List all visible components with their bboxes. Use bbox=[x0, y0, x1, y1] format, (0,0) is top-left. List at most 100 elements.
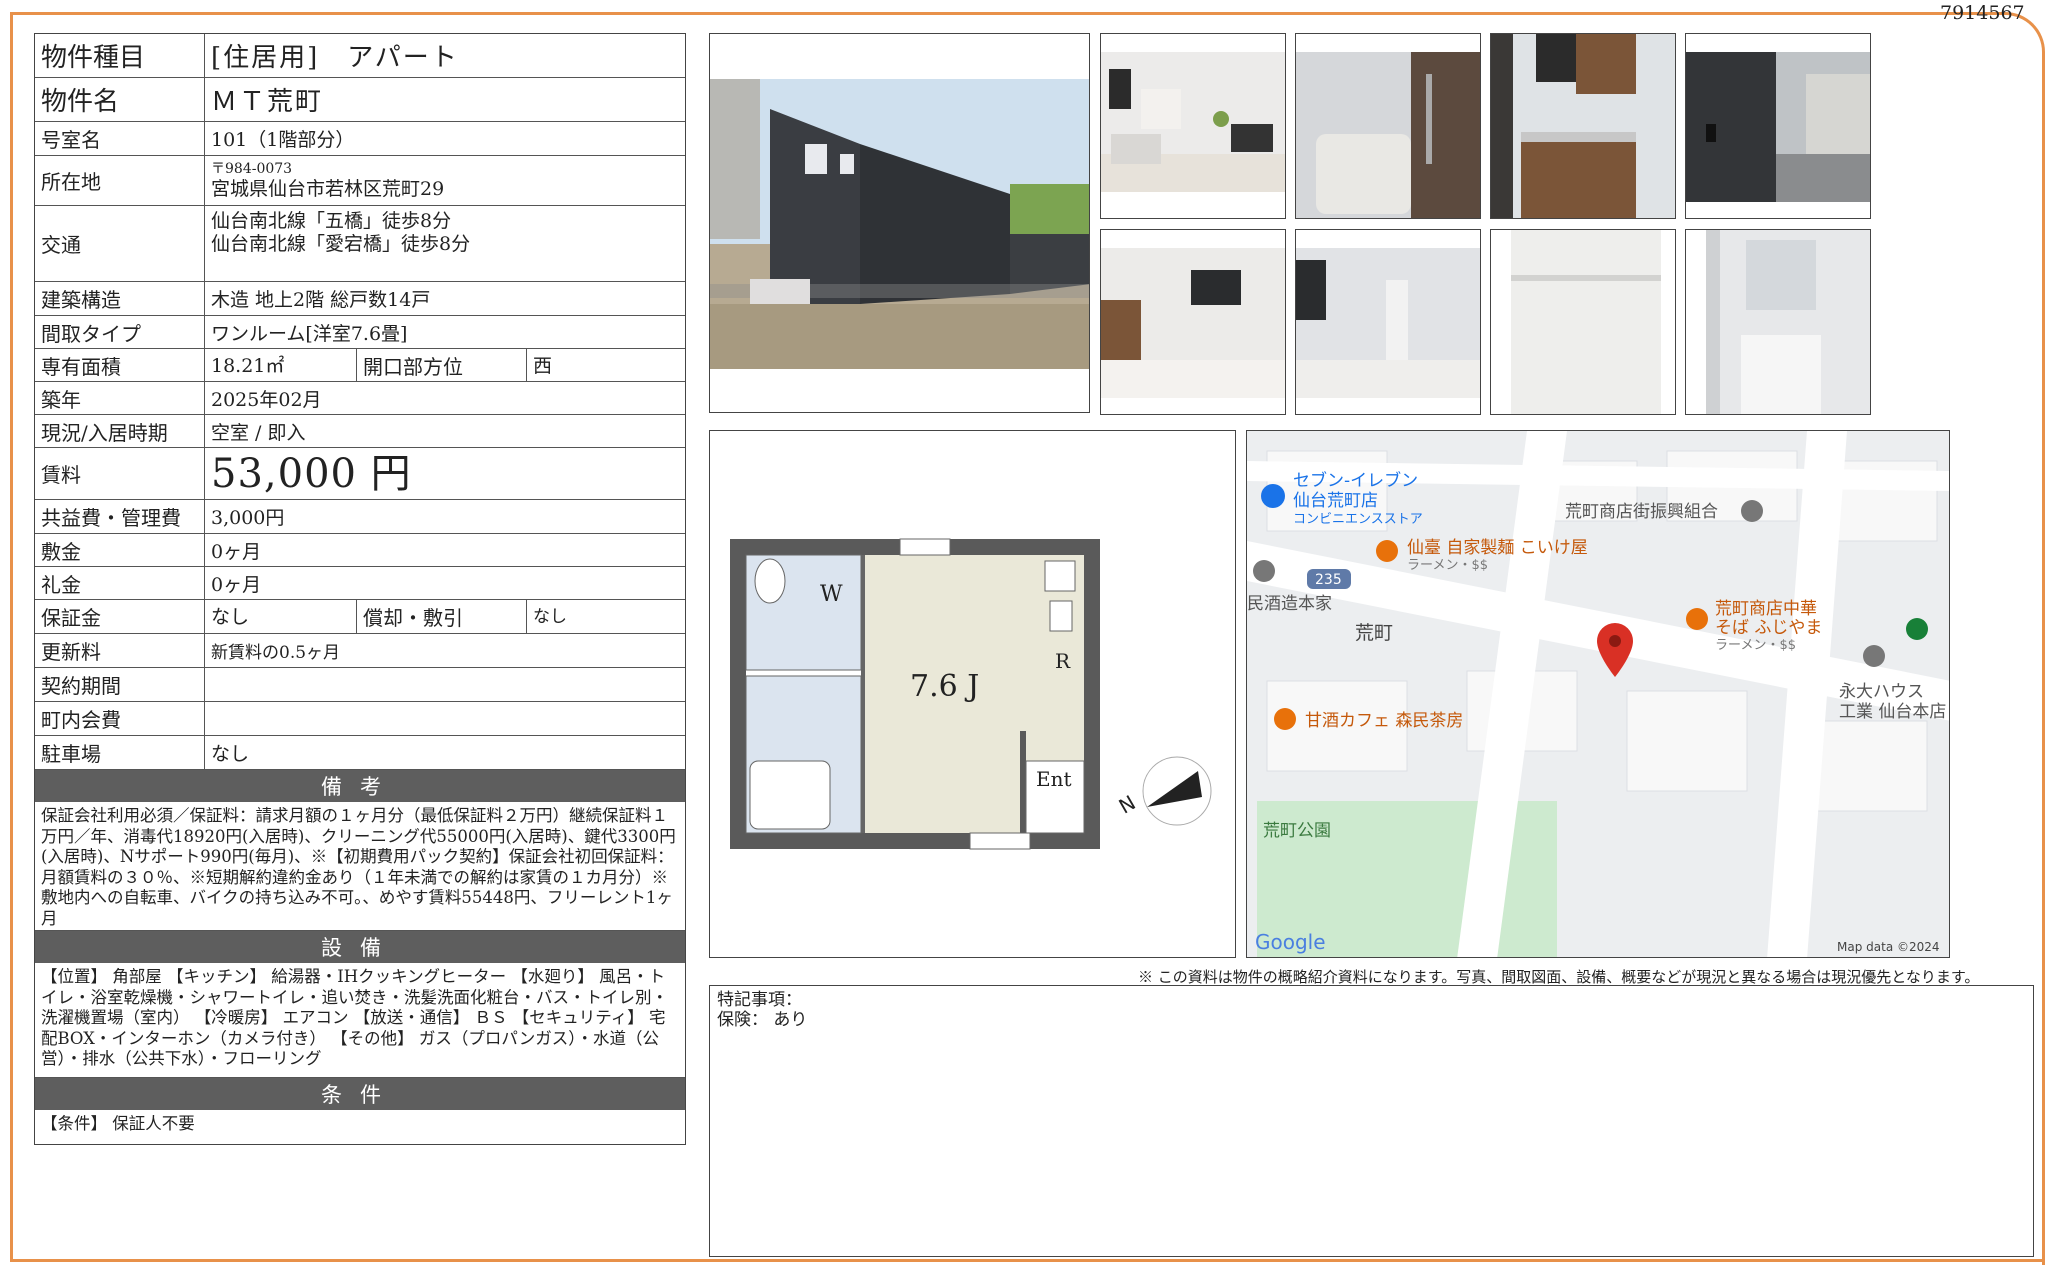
postal-code: 〒984-0073 bbox=[211, 161, 293, 177]
row-guarantee: 保証金 なし 償却・敷引 なし bbox=[35, 600, 685, 634]
kitchen-photo bbox=[1490, 33, 1676, 219]
deposit-label: 敷金 bbox=[35, 534, 205, 566]
row-room: 号室名 101（1階部分） bbox=[35, 122, 685, 156]
map-place-7: 永大ハウス bbox=[1839, 682, 1924, 702]
name-value: ＭＴ荒町 bbox=[211, 87, 324, 117]
map-place-5: 荒町 bbox=[1355, 622, 1393, 644]
row-key-money: 礼金 0ヶ月 bbox=[35, 567, 685, 600]
structure-value: 木造 地上2階 総戸数14戸 bbox=[211, 289, 431, 311]
map-route-number: 235 bbox=[1315, 572, 1342, 588]
area-value: 18.21㎡ bbox=[205, 349, 357, 381]
amortization-value: なし bbox=[533, 607, 567, 627]
row-community: 町内会費 bbox=[35, 702, 685, 736]
community-value bbox=[205, 702, 685, 735]
map-place-3: 仙臺 自家製麺 こいけ屋 bbox=[1407, 538, 1588, 558]
room-label: 号室名 bbox=[35, 122, 205, 155]
plan-entrance-label: Ent bbox=[1036, 767, 1072, 791]
key-money-value: 0ヶ月 bbox=[211, 573, 262, 596]
deposit-value: 0ヶ月 bbox=[211, 540, 262, 563]
row-contract: 契約期間 bbox=[35, 668, 685, 702]
plan-north-label: N bbox=[1115, 790, 1140, 818]
contract-value bbox=[205, 668, 685, 701]
map-data-credit: Map data ©2024 bbox=[1837, 940, 1940, 954]
document-id: 7914567 bbox=[1940, 2, 2025, 24]
equipment-heading: 設備 bbox=[35, 931, 685, 963]
row-status: 現況/入居時期 空室 / 即入 bbox=[35, 415, 685, 448]
built-label: 築年 bbox=[35, 382, 205, 414]
room-photo-2 bbox=[1295, 33, 1481, 219]
closet-photo bbox=[1490, 229, 1676, 415]
map-google-logo: Google bbox=[1255, 930, 1326, 954]
map-place-6c: ラーメン・$$ bbox=[1715, 638, 1796, 653]
layout-value: ワンルーム[洋室7.6畳] bbox=[211, 322, 408, 345]
frame-top bbox=[12, 12, 1902, 15]
guarantee-value: なし bbox=[205, 600, 357, 633]
plan-w-label: W bbox=[820, 582, 843, 607]
frame-corner bbox=[1895, 12, 2045, 102]
status-label: 現況/入居時期 bbox=[35, 415, 205, 447]
plan-r-label: R bbox=[1055, 649, 1071, 673]
amortization-label: 償却・敷引 bbox=[357, 600, 527, 633]
parking-label: 駐車場 bbox=[35, 736, 205, 769]
key-money-label: 礼金 bbox=[35, 567, 205, 599]
balcony-photo bbox=[1685, 33, 1871, 219]
type-label: 物件種目 bbox=[35, 34, 205, 77]
built-value: 2025年02月 bbox=[211, 388, 322, 411]
location-map[interactable]: 235 セブン-イレブン 仙台荒町店 コンビニエンスストア 荒町商店街振興組合 … bbox=[1246, 430, 1950, 958]
row-layout: 間取タイプ ワンルーム[洋室7.6畳] bbox=[35, 316, 685, 349]
special-notes-box: 特記事項： 保険： あり bbox=[709, 985, 2034, 1257]
area-label: 専有面積 bbox=[35, 349, 205, 381]
disclaimer-note: ※ この資料は物件の概略紹介資料になります。写真、間取図面、設備、概要などが現況… bbox=[1138, 968, 1980, 986]
map-place-8: 甘酒カフェ 森民茶房 bbox=[1305, 711, 1463, 731]
row-access: 交通 仙台南北線「五橋」徒歩8分 仙台南北線「愛宕橋」徒歩8分 bbox=[35, 206, 685, 282]
row-area: 専有面積 18.21㎡ 開口部方位 西 bbox=[35, 349, 685, 382]
remarks-heading: 備考 bbox=[35, 770, 685, 802]
washroom-photo bbox=[1685, 229, 1871, 415]
status-value: 空室 / 即入 bbox=[211, 421, 306, 444]
map-place-6b: そば ふじやま bbox=[1715, 618, 1822, 638]
layout-label: 間取タイプ bbox=[35, 316, 205, 348]
row-built: 築年 2025年02月 bbox=[35, 382, 685, 415]
row-parking: 駐車場 なし bbox=[35, 736, 685, 770]
fee-label: 共益費・管理費 bbox=[35, 500, 205, 533]
type-value: [住居用] アパート bbox=[211, 43, 459, 73]
name-label: 物件名 bbox=[35, 78, 205, 121]
map-place-9: 荒町公園 bbox=[1263, 821, 1331, 841]
conditions-heading: 条件 bbox=[35, 1078, 685, 1110]
room-photo-4 bbox=[1295, 229, 1481, 415]
direction-value: 西 bbox=[533, 355, 553, 377]
access-line-2: 仙台南北線「愛宕橋」徒歩8分 bbox=[211, 233, 471, 255]
row-deposit: 敷金 0ヶ月 bbox=[35, 534, 685, 567]
renewal-value: 新賃料の0.5ヶ月 bbox=[211, 643, 341, 663]
row-fee: 共益費・管理費 3,000円 bbox=[35, 500, 685, 534]
map-place-3b: ラーメン・$$ bbox=[1407, 558, 1488, 573]
equipment-text: 【位置】 角部屋 【キッチン】 給湯器・IHクッキングヒーター 【水廻り】 風呂… bbox=[35, 963, 685, 1078]
community-label: 町内会費 bbox=[35, 702, 205, 735]
frame-right bbox=[2042, 60, 2045, 1265]
map-place-1b: 仙台荒町店 bbox=[1293, 491, 1378, 511]
room-photo-1 bbox=[1100, 33, 1286, 219]
map-place-2: 荒町商店街振興組合 bbox=[1565, 502, 1718, 522]
conditions-text: 【条件】 保証人不要 bbox=[41, 1114, 195, 1133]
address-value: 宮城県仙台市若林区荒町29 bbox=[211, 178, 445, 200]
exterior-photo bbox=[709, 33, 1090, 413]
map-place-4: 民酒造本家 bbox=[1247, 594, 1332, 614]
room-value: 101（1階部分） bbox=[211, 129, 355, 151]
special-notes-title: 特記事項： bbox=[717, 990, 802, 1010]
guarantee-label: 保証金 bbox=[35, 600, 205, 633]
map-place-1c: コンビニエンスストア bbox=[1293, 512, 1423, 527]
room-photo-3 bbox=[1100, 229, 1286, 415]
renewal-label: 更新料 bbox=[35, 634, 205, 667]
row-name: 物件名 ＭＴ荒町 bbox=[35, 78, 685, 122]
direction-label: 開口部方位 bbox=[357, 349, 527, 381]
floor-plan: W 7.6 J R Ent N bbox=[709, 430, 1236, 958]
plan-room-size: 7.6 J bbox=[910, 669, 979, 704]
frame-left bbox=[10, 12, 13, 1262]
map-place-6: 荒町商店中華 bbox=[1715, 599, 1817, 619]
row-rent: 賃料 53,000 円 bbox=[35, 448, 685, 500]
property-info-table: 物件種目 [住居用] アパート 物件名 ＭＴ荒町 号室名 101（1階部分） 所… bbox=[34, 33, 686, 1145]
access-label: 交通 bbox=[35, 206, 205, 281]
fee-value: 3,000円 bbox=[211, 507, 285, 529]
remarks-text: 保証会社利用必須／保証料：請求月額の１ヶ月分（最低保証料２万円）継続保証料１万円… bbox=[35, 802, 685, 931]
access-line-1: 仙台南北線「五橋」徒歩8分 bbox=[211, 210, 452, 232]
